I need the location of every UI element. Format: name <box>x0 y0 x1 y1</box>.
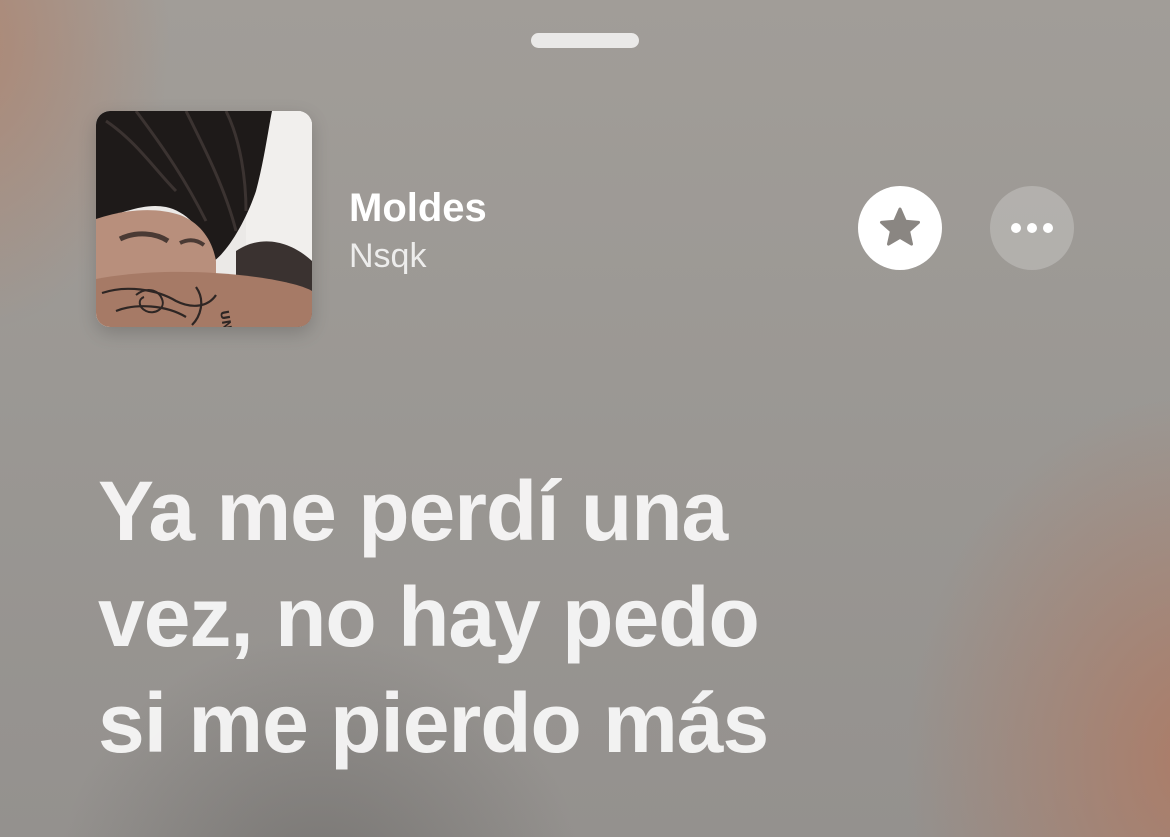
lyric-line[interactable]: Ya me perdí una <box>98 458 1098 564</box>
track-title[interactable]: Moldes <box>349 186 487 230</box>
album-artwork[interactable]: UNAB <box>96 111 312 327</box>
more-options-button[interactable] <box>990 186 1074 270</box>
lyrics-view[interactable]: Ya me perdí una vez, no hay pedo si me p… <box>98 458 1098 776</box>
lyric-line[interactable]: vez, no hay pedo <box>98 564 1098 670</box>
track-artist[interactable]: Nsqk <box>349 234 487 278</box>
now-playing-info: Moldes Nsqk <box>349 186 487 278</box>
star-icon <box>880 207 920 246</box>
favorite-button[interactable] <box>858 186 942 270</box>
sheet-grabber-handle[interactable] <box>531 33 639 48</box>
album-artwork-image: UNAB <box>96 111 312 327</box>
ellipsis-icon <box>1011 223 1053 233</box>
lyric-line[interactable]: si me pierdo más <box>98 670 1098 776</box>
